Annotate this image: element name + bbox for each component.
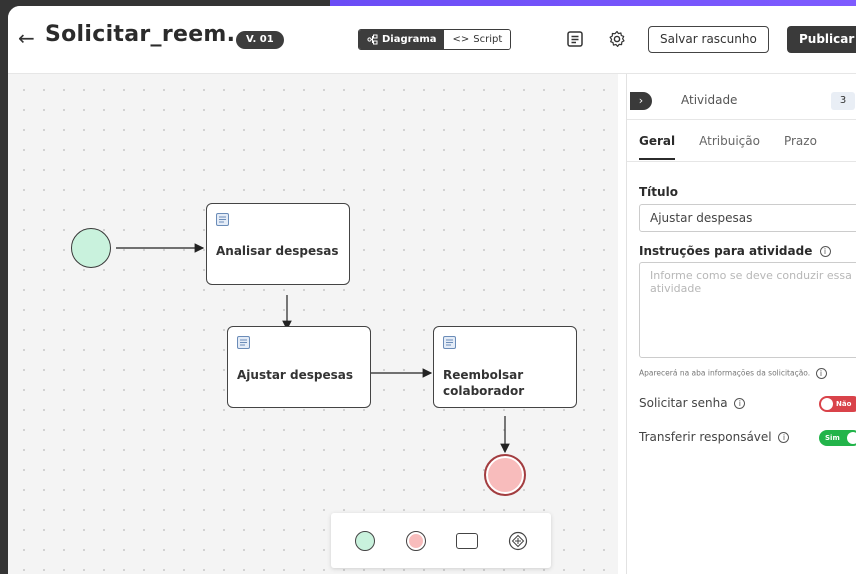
instructions-field-label: Instruções para atividade i bbox=[639, 244, 831, 258]
task-node-analisar[interactable]: Analisar despesas bbox=[206, 203, 350, 285]
title-field-label: Título bbox=[639, 185, 678, 199]
end-event-tool[interactable] bbox=[404, 529, 428, 553]
transfer-setting-label: Transferir responsável i bbox=[639, 430, 790, 444]
task-form-icon bbox=[237, 336, 250, 349]
task-form-icon bbox=[216, 213, 229, 226]
password-toggle-text: Não bbox=[836, 400, 852, 408]
task-node-ajustar[interactable]: Ajustar despesas bbox=[227, 326, 371, 408]
helper-text-label: Aparecerá na aba informações da solicita… bbox=[639, 368, 811, 378]
task-label: Ajustar despesas bbox=[237, 368, 353, 382]
info-icon[interactable]: i bbox=[819, 246, 831, 257]
edges-layer bbox=[116, 243, 510, 454]
toggle-knob bbox=[821, 398, 833, 410]
instructions-helper-text: Aparecerá na aba informações da solicita… bbox=[639, 368, 827, 379]
script-view-button[interactable]: <> Script bbox=[444, 30, 511, 49]
start-event-tool[interactable] bbox=[353, 529, 377, 553]
panel-title: Atividade bbox=[681, 93, 738, 107]
instructions-label-text: Instruções para atividade bbox=[639, 244, 813, 258]
diagram-view-label: Diagrama bbox=[382, 34, 437, 45]
password-label-text: Solicitar senha bbox=[639, 396, 728, 410]
shape-palette bbox=[331, 513, 551, 568]
end-event[interactable] bbox=[484, 454, 526, 496]
task-shape-icon bbox=[455, 532, 478, 549]
task-tool[interactable] bbox=[455, 529, 479, 553]
gear-icon[interactable] bbox=[608, 30, 626, 48]
save-draft-button[interactable]: Salvar rascunho bbox=[648, 26, 769, 53]
collapse-panel-chevron-icon[interactable]: › bbox=[630, 92, 652, 110]
start-event[interactable] bbox=[71, 228, 111, 268]
title-input[interactable] bbox=[639, 204, 856, 232]
gateway-tool[interactable] bbox=[506, 529, 530, 553]
start-event-shape-icon bbox=[354, 530, 375, 551]
page-title: Solicitar_reem... bbox=[45, 22, 253, 47]
tab-atribuicao[interactable]: Atribuição bbox=[699, 134, 760, 160]
info-icon[interactable]: i bbox=[815, 368, 827, 379]
app-window: ← Solicitar_reem... V. 01 Diagrama <> Sc… bbox=[8, 6, 856, 574]
version-badge: V. 01 bbox=[236, 31, 284, 49]
properties-panel: › Atividade 3 Geral Atribuição Prazo Tít… bbox=[626, 74, 856, 574]
header-bar: ← Solicitar_reem... V. 01 Diagrama <> Sc… bbox=[8, 6, 856, 74]
task-form-icon bbox=[443, 336, 456, 349]
diagram-canvas[interactable]: Analisar despesas Ajustar despesas Reemb… bbox=[8, 74, 618, 574]
panel-divider bbox=[627, 119, 856, 120]
task-node-reembolsar[interactable]: Reembolsar colaborador bbox=[433, 326, 577, 408]
activity-count-badge: 3 bbox=[831, 92, 855, 110]
password-setting-label: Solicitar senha i bbox=[639, 396, 746, 410]
tab-prazo[interactable]: Prazo bbox=[784, 134, 817, 160]
task-label: Analisar despesas bbox=[216, 244, 339, 258]
diagram-icon bbox=[367, 34, 378, 45]
transfer-label-text: Transferir responsável bbox=[639, 430, 772, 444]
view-toggle: Diagrama <> Script bbox=[358, 29, 512, 50]
toggle-knob bbox=[847, 432, 856, 444]
back-arrow-icon[interactable]: ← bbox=[18, 28, 38, 48]
gateway-plus-icon bbox=[508, 531, 527, 550]
password-toggle[interactable]: Não bbox=[819, 396, 856, 412]
code-icon: <> bbox=[452, 34, 470, 45]
diagram-view-button[interactable]: Diagrama bbox=[359, 30, 445, 49]
transfer-toggle[interactable]: Sim bbox=[819, 430, 856, 446]
task-label: Reembolsar colaborador bbox=[443, 368, 525, 398]
info-icon[interactable]: i bbox=[734, 398, 746, 409]
transfer-toggle-text: Sim bbox=[825, 434, 840, 442]
tabs-divider bbox=[627, 161, 856, 162]
tab-geral[interactable]: Geral bbox=[639, 134, 676, 160]
end-event-shape-icon bbox=[405, 530, 426, 551]
document-icon[interactable] bbox=[566, 30, 584, 48]
script-view-label: Script bbox=[473, 34, 503, 45]
panel-tabs: Geral Atribuição Prazo bbox=[639, 134, 817, 160]
info-icon[interactable]: i bbox=[778, 432, 790, 443]
publish-button[interactable]: Publicar bbox=[787, 26, 856, 53]
instructions-textarea[interactable] bbox=[639, 262, 856, 358]
